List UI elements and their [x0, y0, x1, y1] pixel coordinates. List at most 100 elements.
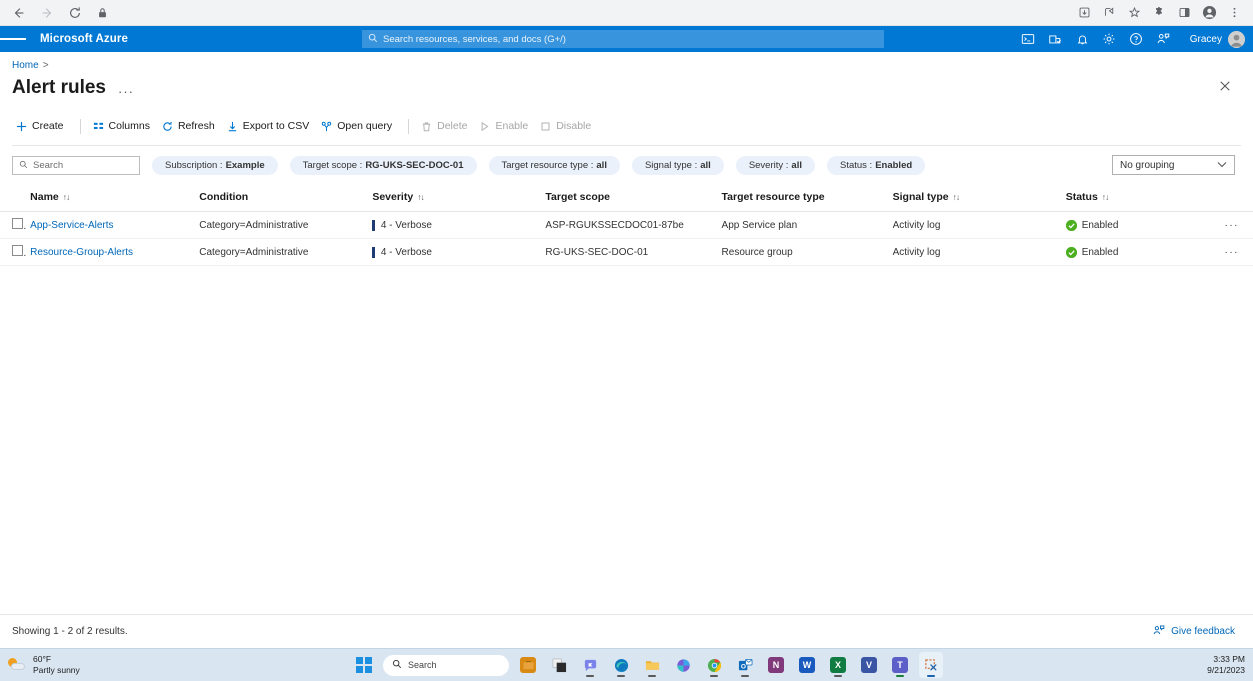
filter-pill-value: RG-UKS-SEC-DOC-01 [365, 160, 463, 171]
plus-icon [16, 121, 27, 132]
visio-icon[interactable]: V [857, 652, 881, 678]
settings-gear-icon[interactable] [1097, 26, 1122, 52]
photos-icon[interactable] [671, 652, 695, 678]
bookmark-star-icon[interactable] [1123, 3, 1145, 23]
word-glyph: W [799, 657, 815, 673]
cloud-shell-icon[interactable] [1016, 26, 1041, 52]
global-search-input[interactable]: Search resources, services, and docs (G+… [362, 30, 884, 48]
row-checkbox[interactable] [12, 218, 23, 229]
filter-pill-label: Status : [840, 160, 872, 171]
filter-pill-value: Example [226, 160, 265, 171]
severity-bar-icon [372, 247, 375, 258]
column-header-severity[interactable]: Severity↑↓ [368, 187, 541, 212]
folder-glyph [644, 657, 660, 673]
directories-subscriptions-icon[interactable] [1043, 26, 1068, 52]
alert-rule-link[interactable]: App-Service-Alerts [30, 220, 113, 231]
chrome-icon[interactable] [702, 652, 726, 678]
search-input[interactable]: Search [12, 156, 140, 175]
breadcrumb-separator: > [43, 60, 49, 71]
row-checkbox-cell[interactable] [0, 239, 26, 266]
table-row[interactable]: App-Service-Alerts Category=Administrati… [0, 212, 1253, 239]
user-account-button[interactable]: Gracey [1190, 31, 1245, 48]
weather-text: 60°F Partly sunny [33, 654, 80, 676]
file-manager-icon[interactable] [547, 652, 571, 678]
forward-arrow-icon[interactable] [34, 2, 60, 24]
filter-pill-severity[interactable]: Severity :all [736, 156, 815, 175]
row-context-menu[interactable]: ··· [1213, 212, 1253, 239]
filter-pill-subscription[interactable]: Subscription :Example [152, 156, 278, 175]
reload-icon[interactable] [62, 2, 88, 24]
outlook-icon[interactable]: O [733, 652, 757, 678]
share-icon[interactable] [1098, 3, 1120, 23]
columns-label: Columns [109, 120, 150, 132]
feedback-icon[interactable] [1151, 26, 1176, 52]
taskbar-clock[interactable]: 3:33 PM 9/21/2023 [1207, 654, 1245, 676]
create-button[interactable]: Create [12, 117, 72, 135]
filter-pill-status[interactable]: Status :Enabled [827, 156, 925, 175]
cell-name[interactable]: App-Service-Alerts [26, 212, 195, 239]
table-row[interactable]: Resource-Group-Alerts Category=Administr… [0, 239, 1253, 266]
refresh-icon [162, 121, 173, 132]
filter-pill-target-resource-type[interactable]: Target resource type :all [489, 156, 620, 175]
column-label: Status [1066, 191, 1098, 203]
split-screen-icon[interactable] [1173, 3, 1195, 23]
columns-button[interactable]: Columns [89, 117, 158, 135]
snipping-tool-icon[interactable] [919, 652, 943, 678]
column-header-condition[interactable]: Condition [195, 187, 368, 212]
browser-menu-icon[interactable] [1223, 3, 1245, 23]
teams-icon[interactable]: T [888, 652, 912, 678]
widgets-briefcase-icon[interactable] [516, 652, 540, 678]
onenote-icon[interactable]: N [764, 652, 788, 678]
row-context-menu[interactable]: ··· [1213, 239, 1253, 266]
portal-menu-icon[interactable] [0, 26, 26, 52]
extensions-puzzle-icon[interactable] [1148, 3, 1170, 23]
azure-brand-title[interactable]: Microsoft Azure [40, 33, 128, 45]
column-header-target-resource-type[interactable]: Target resource type [718, 187, 889, 212]
page-more-menu[interactable]: ··· [118, 84, 134, 99]
open-query-button[interactable]: Open query [317, 117, 400, 135]
enable-button[interactable]: Enable [475, 117, 536, 135]
breadcrumb-home-link[interactable]: Home [12, 60, 39, 71]
column-header-name[interactable]: Name↑↓ [26, 187, 195, 212]
excel-icon[interactable]: X [826, 652, 850, 678]
search-placeholder: Search [33, 160, 63, 171]
filter-pill-signal-type[interactable]: Signal type :all [632, 156, 724, 175]
help-question-icon[interactable] [1124, 26, 1149, 52]
sort-icon: ↑↓ [1102, 192, 1109, 202]
disable-button[interactable]: Disable [536, 117, 599, 135]
refresh-button[interactable]: Refresh [158, 117, 223, 135]
alert-rule-link[interactable]: Resource-Group-Alerts [30, 247, 133, 258]
notifications-bell-icon[interactable] [1070, 26, 1095, 52]
grouping-select[interactable]: No grouping [1112, 155, 1235, 175]
word-icon[interactable]: W [795, 652, 819, 678]
select-all-header[interactable] [0, 187, 26, 212]
row-checkbox[interactable] [12, 245, 23, 256]
cell-name[interactable]: Resource-Group-Alerts [26, 239, 195, 266]
downloads-icon[interactable] [1073, 3, 1095, 23]
download-icon [227, 121, 238, 132]
give-feedback-button[interactable]: Give feedback [1152, 624, 1235, 640]
snipping-glyph [923, 657, 939, 673]
taskbar-weather-widget[interactable]: 60°F Partly sunny [0, 654, 80, 676]
row-checkbox-cell[interactable] [0, 212, 26, 239]
results-count-label: Showing 1 - 2 of 2 results. [12, 626, 128, 637]
taskbar-search-box[interactable]: Search [383, 655, 509, 676]
lock-icon[interactable] [90, 3, 114, 23]
file-explorer-icon[interactable] [640, 652, 664, 678]
status-label: Enabled [1082, 220, 1119, 231]
export-csv-button[interactable]: Export to CSV [223, 117, 318, 135]
close-icon[interactable] [1215, 76, 1235, 96]
filter-pill-label: Target scope : [303, 160, 363, 171]
column-header-status[interactable]: Status ↑↓ [1062, 187, 1213, 212]
column-label: Signal type [893, 191, 949, 203]
profile-icon[interactable] [1198, 3, 1220, 23]
start-button[interactable] [352, 652, 376, 678]
filter-pill-target-scope[interactable]: Target scope :RG-UKS-SEC-DOC-01 [290, 156, 477, 175]
teams-chat-icon[interactable] [578, 652, 602, 678]
back-arrow-icon[interactable] [6, 2, 32, 24]
delete-button[interactable]: Delete [417, 117, 475, 135]
column-header-target-scope[interactable]: Target scope [541, 187, 717, 212]
edge-icon[interactable] [609, 652, 633, 678]
browser-nav-controls [6, 2, 114, 24]
column-header-signal-type[interactable]: Signal type↑↓ [889, 187, 1062, 212]
